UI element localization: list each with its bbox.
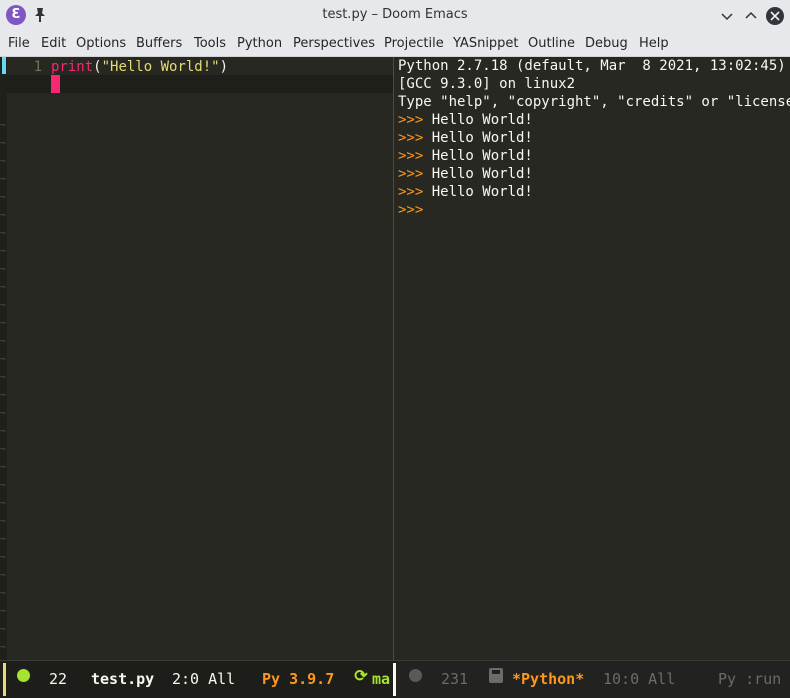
code-line[interactable]: print("Hello World!") xyxy=(51,58,228,76)
active-window-indicator xyxy=(3,663,6,696)
line-count: 22 xyxy=(49,670,68,688)
menu-options[interactable]: Options xyxy=(76,36,126,52)
chevron-down-icon xyxy=(721,13,733,21)
repl-output: [GCC 9.3.0] on linux2 xyxy=(398,76,576,92)
repl-prompt: >>> xyxy=(398,166,432,182)
repl-prompt: >>> xyxy=(398,112,432,128)
menu-edit[interactable]: Edit xyxy=(41,36,66,52)
close-icon xyxy=(770,11,780,21)
repl-output: Type "help", "copyright", "credits" or "… xyxy=(398,94,790,110)
maximize-button[interactable] xyxy=(742,7,760,25)
cursor-position[interactable]: 2:0 All xyxy=(172,670,235,688)
current-line-highlight xyxy=(7,75,393,93)
window-edge-indicator xyxy=(393,663,396,696)
vc-change-marker xyxy=(2,57,6,74)
python-version[interactable]: Py 3.9.7 xyxy=(262,670,334,688)
repl-line: >>> Hello World! xyxy=(398,147,533,165)
menu-perspectives[interactable]: Perspectives xyxy=(293,36,375,52)
repl-output: Hello World! xyxy=(431,166,533,182)
buffer-state-icon xyxy=(17,669,30,682)
repl-output: Hello World! xyxy=(431,130,533,146)
repl-line: >>> Hello World! xyxy=(398,111,533,129)
repl-prompt: >>> xyxy=(398,130,432,146)
repl-line: >>> Hello World! xyxy=(398,129,533,147)
menu-buffers[interactable]: Buffers xyxy=(136,36,182,52)
repl-output: Python 2.7.18 (default, Mar 8 2021, 13:0… xyxy=(398,58,786,74)
repl-input-line[interactable]: >>> xyxy=(398,201,432,219)
keyword-print: print xyxy=(51,59,94,75)
repl-prompt: >>> xyxy=(398,184,432,200)
menu-file[interactable]: File xyxy=(8,36,30,52)
menu-outline[interactable]: Outline xyxy=(528,36,575,52)
repl-line: Python 2.7.18 (default, Mar 8 2021, 13:0… xyxy=(398,57,786,75)
close-button[interactable] xyxy=(766,7,784,25)
editor-pane[interactable]: ~ ~ ~ ~ ~ ~ ~ ~ ~ ~ ~ ~ ~ ~ ~ ~ ~ ~ ~ ~ … xyxy=(0,57,393,660)
buffer-name[interactable]: *Python* xyxy=(512,670,584,688)
close-paren: ) xyxy=(219,59,229,75)
window-title: test.py – Doom Emacs xyxy=(322,7,468,22)
major-mode[interactable]: Py :run xyxy=(718,670,781,688)
menu-tools[interactable]: Tools xyxy=(194,36,226,52)
repl-line: >>> Hello World! xyxy=(398,183,533,201)
cursor-position[interactable]: 10:0 All xyxy=(603,670,675,688)
menu-projectile[interactable]: Projectile xyxy=(384,36,444,52)
menu-python[interactable]: Python xyxy=(237,36,282,52)
repl-output: Hello World! xyxy=(431,112,533,128)
repl-output: Hello World! xyxy=(431,148,533,164)
repl-prompt: >>> xyxy=(398,202,432,218)
repl-line: Type "help", "copyright", "credits" or "… xyxy=(398,93,790,111)
emacs-icon[interactable]: Ɛ xyxy=(6,5,26,25)
pin-icon[interactable] xyxy=(33,7,47,23)
line-number: 1 xyxy=(33,59,42,75)
repl-output: Hello World! xyxy=(431,184,533,200)
menu-bar: File Edit Options Buffers Tools Python P… xyxy=(0,32,790,57)
repl-prompt: >>> xyxy=(398,148,432,164)
buffer-name[interactable]: test.py xyxy=(91,670,154,688)
menu-help[interactable]: Help xyxy=(639,36,669,52)
line-count: 231 xyxy=(441,670,469,688)
save-icon xyxy=(489,668,503,683)
git-branch-icon: ⟳ xyxy=(354,666,368,685)
title-bar: test.py – Doom Emacs Ɛ xyxy=(0,0,790,32)
git-branch[interactable]: ma xyxy=(372,670,390,688)
modeline: 22 test.py 2:0 All Py 3.9.7 ⟳ ma 231 *Py… xyxy=(0,660,790,698)
string-literal: "Hello World!" xyxy=(101,59,220,75)
buffer-state-icon xyxy=(409,669,422,682)
menu-yasnippet[interactable]: YASnippet xyxy=(453,36,519,52)
open-paren: ( xyxy=(93,59,102,75)
repl-line: [GCC 9.3.0] on linux2 xyxy=(398,75,575,93)
text-cursor xyxy=(51,75,60,93)
python-repl-pane[interactable]: Python 2.7.18 (default, Mar 8 2021, 13:0… xyxy=(394,57,790,660)
menu-debug[interactable]: Debug xyxy=(585,36,628,52)
chevron-up-icon xyxy=(745,11,757,19)
minimize-button[interactable] xyxy=(718,7,736,25)
repl-line: >>> Hello World! xyxy=(398,165,533,183)
fringe-tilde-markers: ~ ~ ~ ~ ~ ~ ~ ~ ~ ~ ~ ~ ~ ~ ~ ~ ~ ~ ~ ~ … xyxy=(0,120,7,653)
